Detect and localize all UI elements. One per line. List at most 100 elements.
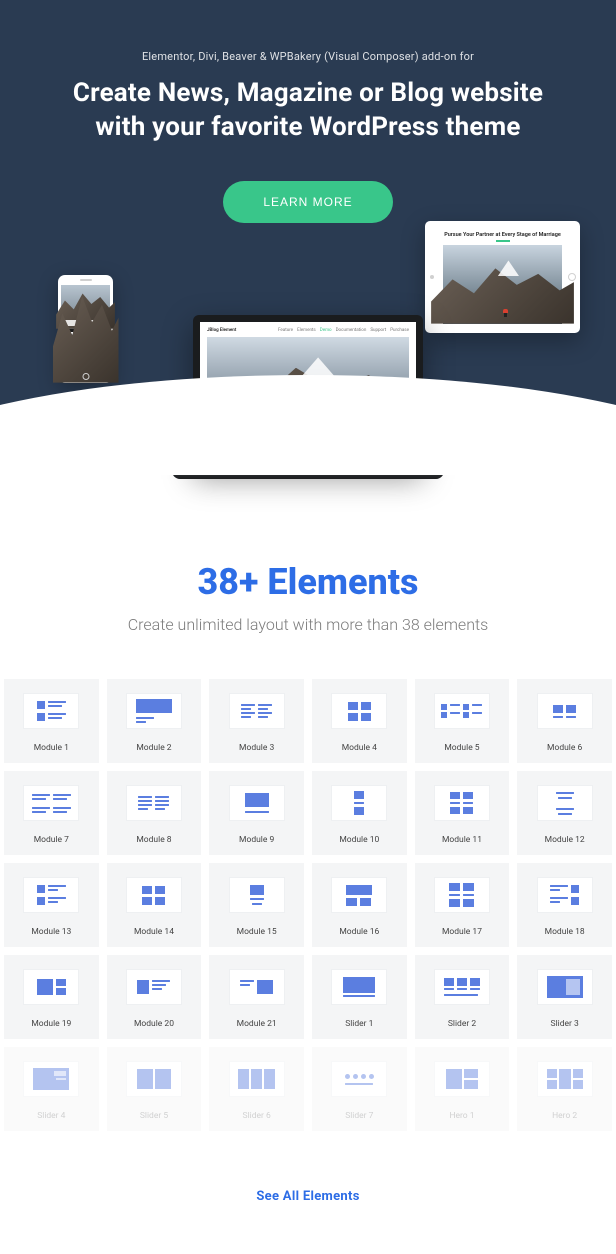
element-thumb-icon	[331, 969, 387, 1005]
element-thumb-icon	[229, 693, 285, 729]
element-thumb-icon	[23, 877, 79, 913]
element-card-label: Module 10	[339, 835, 379, 845]
element-card[interactable]: Module 15	[209, 863, 304, 947]
element-card[interactable]: Module 3	[209, 679, 304, 763]
laptop-logo: JBlog Element	[207, 328, 236, 333]
element-thumb-icon	[331, 785, 387, 821]
element-card[interactable]: Module 18	[517, 863, 612, 947]
element-card[interactable]: Slider 7	[312, 1047, 407, 1131]
element-card-label: Module 3	[239, 743, 274, 753]
element-card-label: Module 11	[442, 835, 482, 845]
element-thumb-icon	[229, 877, 285, 913]
element-card[interactable]: Slider 3	[517, 955, 612, 1039]
element-card-label: Module 17	[442, 927, 482, 937]
element-card[interactable]: Hero 2	[517, 1047, 612, 1131]
element-card-label: Module 2	[136, 743, 171, 753]
element-card[interactable]: Slider 6	[209, 1047, 304, 1131]
element-card-label: Module 15	[237, 927, 277, 937]
element-thumb-icon	[23, 969, 79, 1005]
element-card-label: Module 6	[547, 743, 582, 753]
element-thumb-icon	[331, 693, 387, 729]
element-thumb-icon	[434, 693, 490, 729]
element-thumb-icon	[537, 693, 593, 729]
element-card-label: Slider 1	[345, 1019, 373, 1029]
tablet-caption: Pursue Your Partner at Every Stage of Ma…	[443, 232, 562, 238]
element-card[interactable]: Slider 4	[4, 1047, 99, 1131]
element-thumb-icon	[126, 1061, 182, 1097]
element-thumb-icon	[126, 785, 182, 821]
elements-title: 38+ Elements	[0, 561, 616, 603]
element-thumb-icon	[434, 785, 490, 821]
element-card[interactable]: Module 13	[4, 863, 99, 947]
laptop-nav: FeatureElementsDemoDocumentationSupportP…	[274, 328, 409, 333]
element-thumb-icon	[23, 785, 79, 821]
phone-mockup	[58, 275, 113, 383]
element-card-label: Module 18	[545, 927, 585, 937]
element-card-label: Module 4	[342, 743, 377, 753]
element-card-label: Module 5	[444, 743, 479, 753]
element-card[interactable]: Module 19	[4, 955, 99, 1039]
element-thumb-icon	[229, 1061, 285, 1097]
element-card-label: Hero 1	[449, 1111, 474, 1121]
element-thumb-icon	[434, 877, 490, 913]
element-card[interactable]: Module 8	[107, 771, 202, 855]
element-card[interactable]: Module 21	[209, 955, 304, 1039]
element-card-label: Module 1	[34, 743, 69, 753]
element-card[interactable]: Module 16	[312, 863, 407, 947]
element-card-label: Module 8	[136, 835, 171, 845]
elements-section: 38+ Elements Create unlimited layout wit…	[0, 505, 616, 1141]
element-thumb-icon	[126, 969, 182, 1005]
element-card-label: Slider 2	[448, 1019, 476, 1029]
element-card-label: Module 9	[239, 835, 274, 845]
element-thumb-icon	[126, 693, 182, 729]
element-thumb-icon	[229, 785, 285, 821]
element-card[interactable]: Module 1	[4, 679, 99, 763]
element-card-label: Module 21	[237, 1019, 277, 1029]
hero-subtitle: Elementor, Divi, Beaver & WPBakery (Visu…	[50, 50, 566, 63]
element-thumb-icon	[434, 1061, 490, 1097]
element-card[interactable]: Module 14	[107, 863, 202, 947]
element-card-label: Slider 3	[551, 1019, 579, 1029]
element-card-label: Slider 6	[243, 1111, 271, 1121]
curve-separator	[0, 435, 616, 475]
element-thumb-icon	[23, 693, 79, 729]
element-card[interactable]: Module 17	[415, 863, 510, 947]
element-thumb-icon	[331, 1061, 387, 1097]
see-all-container: See All Elements	[0, 1141, 616, 1254]
element-card-label: Module 20	[134, 1019, 174, 1029]
element-card[interactable]: Module 6	[517, 679, 612, 763]
element-thumb-icon	[537, 1061, 593, 1097]
element-thumb-icon	[537, 877, 593, 913]
elements-subtitle: Create unlimited layout with more than 3…	[0, 613, 616, 637]
element-card[interactable]: Module 5	[415, 679, 510, 763]
element-card[interactable]: Module 11	[415, 771, 510, 855]
element-thumb-icon	[537, 969, 593, 1005]
element-card-label: Module 12	[545, 835, 585, 845]
learn-more-button[interactable]: LEARN MORE	[223, 181, 392, 223]
element-thumb-icon	[23, 1061, 79, 1097]
element-card[interactable]: Slider 2	[415, 955, 510, 1039]
element-thumb-icon	[331, 877, 387, 913]
element-card-label: Module 14	[134, 927, 174, 937]
element-card-label: Hero 2	[552, 1111, 577, 1121]
element-card-label: Slider 5	[140, 1111, 168, 1121]
element-card[interactable]: Module 2	[107, 679, 202, 763]
elements-grid: Module 1 Module 2 Module 3 Module 4 Module…	[0, 679, 616, 1131]
element-thumb-icon	[537, 785, 593, 821]
element-card[interactable]: Hero 1	[415, 1047, 510, 1131]
element-card-label: Slider 7	[345, 1111, 373, 1121]
element-card[interactable]: Module 10	[312, 771, 407, 855]
see-all-link[interactable]: See All Elements	[256, 1189, 359, 1204]
element-card[interactable]: Module 4	[312, 679, 407, 763]
element-card-label: Module 19	[31, 1019, 71, 1029]
element-card[interactable]: Module 7	[4, 771, 99, 855]
element-card[interactable]: Module 12	[517, 771, 612, 855]
element-card[interactable]: Slider 1	[312, 955, 407, 1039]
element-thumb-icon	[126, 877, 182, 913]
element-card[interactable]: Module 9	[209, 771, 304, 855]
element-card[interactable]: Module 20	[107, 955, 202, 1039]
element-card[interactable]: Slider 5	[107, 1047, 202, 1131]
element-card-label: Module 7	[34, 835, 69, 845]
element-card-label: Module 13	[31, 927, 71, 937]
element-card-label: Module 16	[339, 927, 379, 937]
